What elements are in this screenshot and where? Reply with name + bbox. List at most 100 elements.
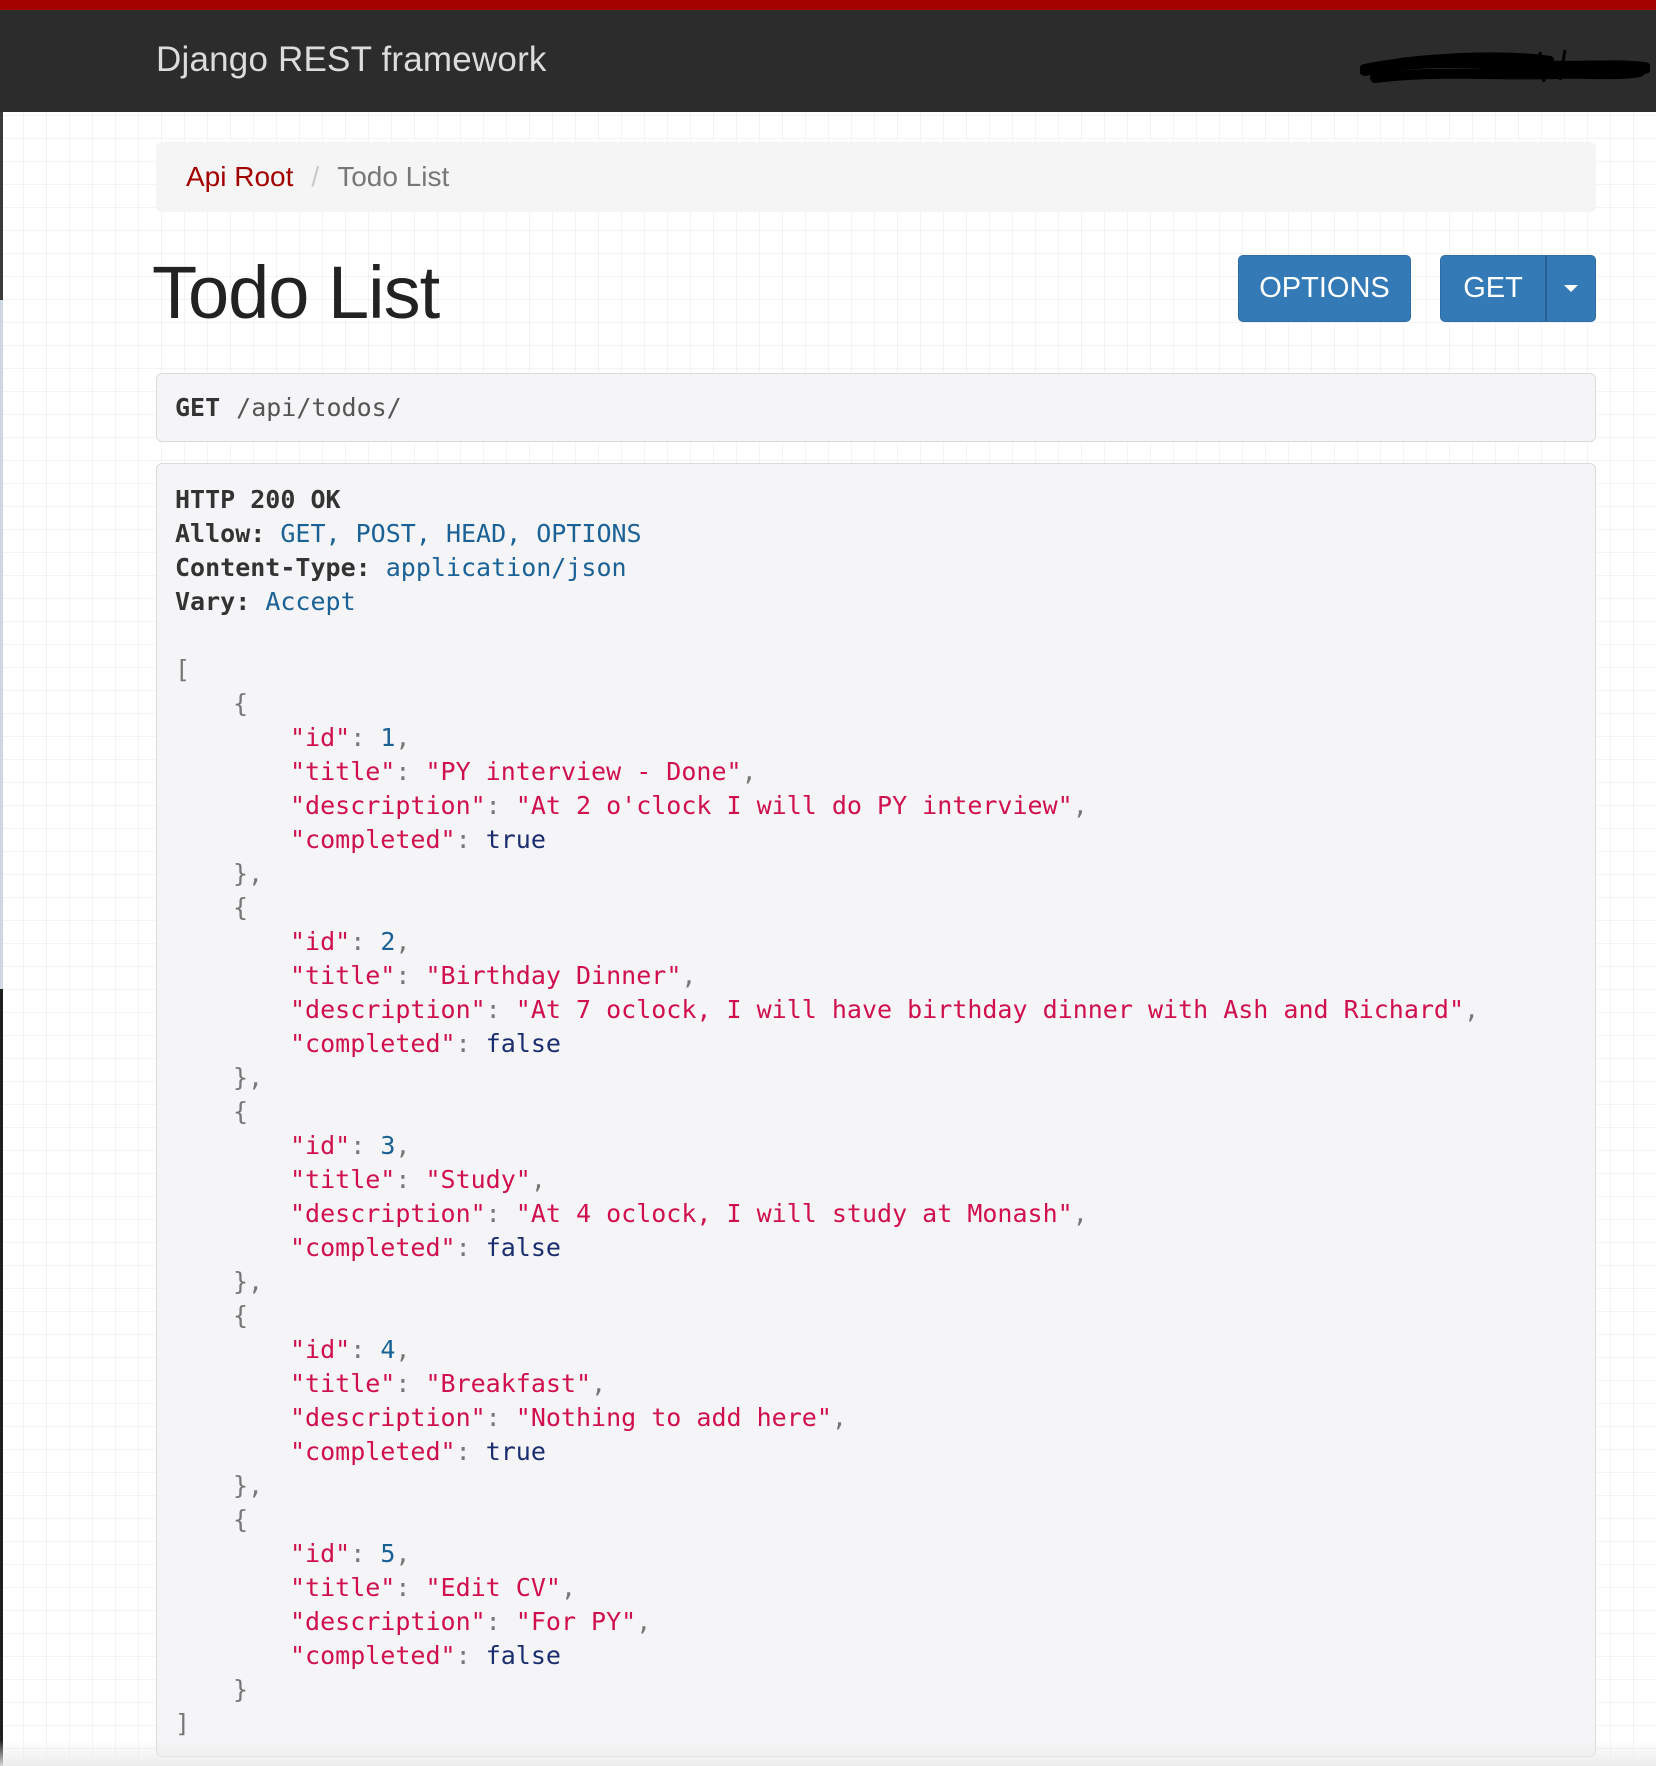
- json-object-open: {: [175, 1299, 1577, 1333]
- json-colon: :: [395, 961, 426, 990]
- json-array-close: ]: [175, 1707, 1577, 1741]
- header-name: Vary:: [175, 587, 251, 616]
- json-field-id: "id": 1,: [175, 721, 1577, 755]
- json-comma: ,: [681, 961, 697, 990]
- json-key: "id": [290, 927, 351, 956]
- json-comma: ,: [560, 1573, 577, 1602]
- json-object-close: },: [175, 1265, 1577, 1299]
- response-header-line: Vary: Accept: [175, 585, 1577, 619]
- json-value-id: 3: [380, 1131, 396, 1160]
- json-key: "completed": [290, 825, 456, 854]
- request-method: GET: [175, 393, 221, 422]
- json-value-completed: false: [485, 1029, 561, 1058]
- json-comma: ,: [591, 1369, 607, 1398]
- json-colon: :: [350, 927, 381, 956]
- response-status: HTTP 200 OK: [175, 485, 341, 514]
- request-path: /api/todos/: [236, 393, 402, 422]
- json-quote: ": [515, 1199, 531, 1228]
- brand-link[interactable]: Django REST framework: [156, 40, 547, 80]
- json-colon: :: [455, 1437, 486, 1466]
- json-quote: ": [666, 961, 682, 990]
- json-key: "description": [290, 791, 486, 820]
- json-value-completed: false: [485, 1233, 561, 1262]
- json-value-completed: true: [485, 1437, 546, 1466]
- json-brace: },: [233, 1267, 264, 1296]
- json-key: "id": [290, 1131, 351, 1160]
- json-value-title: PY interview - Done: [440, 757, 727, 786]
- json-value-id: 4: [380, 1335, 396, 1364]
- json-key: "title": [290, 961, 396, 990]
- json-field-title: "title": "Study",: [175, 1163, 1577, 1197]
- window-edge: [0, 0, 3, 1766]
- json-comma: ,: [395, 927, 411, 956]
- json-key: "title": [290, 1573, 396, 1602]
- json-field-title: "title": "Edit CV",: [175, 1571, 1577, 1605]
- json-key: "completed": [290, 1641, 456, 1670]
- json-quote: ": [425, 1369, 441, 1398]
- options-button[interactable]: OPTIONS: [1238, 255, 1411, 322]
- json-quote: ": [425, 757, 441, 786]
- json-field-completed: "completed": true: [175, 823, 1577, 857]
- json-brace: },: [233, 1063, 264, 1092]
- header-value: GET, POST, HEAD, OPTIONS: [280, 519, 642, 548]
- json-quote: ": [515, 1403, 531, 1432]
- json-brace: }: [233, 1675, 249, 1704]
- json-quote: ": [515, 995, 531, 1024]
- get-button[interactable]: GET: [1440, 255, 1546, 322]
- json-colon: :: [485, 1403, 516, 1432]
- json-field-completed: "completed": false: [175, 1639, 1577, 1673]
- json-value-description: At 4 oclock, I will study at Monash: [530, 1199, 1058, 1228]
- json-quote: ": [425, 961, 441, 990]
- json-field-title: "title": "PY interview - Done",: [175, 755, 1577, 789]
- json-value-description: Nothing to add here: [530, 1403, 817, 1432]
- json-value-title: Birthday Dinner: [440, 961, 667, 990]
- header-value: Accept: [265, 587, 356, 616]
- json-field-description: "description": "At 4 oclock, I will stud…: [175, 1197, 1577, 1231]
- response-header-line: Content-Type: application/json: [175, 551, 1577, 585]
- json-colon: :: [455, 825, 486, 854]
- json-colon: :: [485, 995, 516, 1024]
- header-value: application/json: [385, 553, 627, 582]
- json-value-title: Breakfast: [440, 1369, 576, 1398]
- json-comma: ,: [395, 1335, 411, 1364]
- json-quote: ": [1448, 995, 1465, 1024]
- json-brace: {: [233, 1505, 249, 1534]
- json-key: "description": [290, 1199, 486, 1228]
- response-status-line: HTTP 200 OK: [175, 483, 1577, 517]
- json-comma: ,: [1072, 1199, 1088, 1228]
- header-name: Content-Type:: [175, 553, 371, 582]
- get-button-group: GET: [1440, 255, 1596, 322]
- json-key: "id": [290, 1335, 351, 1364]
- json-key: "title": [290, 757, 396, 786]
- response-header-line: Allow: GET, POST, HEAD, OPTIONS: [175, 517, 1577, 551]
- json-brace: {: [233, 893, 249, 922]
- json-key: "id": [290, 723, 351, 752]
- json-field-title: "title": "Birthday Dinner",: [175, 959, 1577, 993]
- json-brace: },: [233, 859, 264, 888]
- json-field-description: "description": "At 2 o'clock I will do P…: [175, 789, 1577, 823]
- json-field-id: "id": 5,: [175, 1537, 1577, 1571]
- json-comma: ,: [395, 723, 411, 752]
- json-colon: :: [455, 1029, 486, 1058]
- redacted-user-menu[interactable]: [1360, 48, 1650, 96]
- json-quote: ": [1057, 791, 1073, 820]
- json-colon: :: [485, 1607, 516, 1636]
- json-brace: },: [233, 1471, 264, 1500]
- json-quote: ": [1057, 1199, 1073, 1228]
- json-field-title: "title": "Breakfast",: [175, 1367, 1577, 1401]
- json-field-id: "id": 4,: [175, 1333, 1577, 1367]
- get-format-dropdown-button[interactable]: [1546, 255, 1596, 322]
- json-comma: ,: [530, 1165, 546, 1194]
- breadcrumb-api-root[interactable]: Api Root: [186, 161, 293, 193]
- response-info: HTTP 200 OK Allow: GET, POST, HEAD, OPTIO…: [156, 463, 1596, 1757]
- json-key: "description": [290, 1607, 486, 1636]
- json-bracket: ]: [175, 1709, 191, 1738]
- json-value-completed: false: [485, 1641, 561, 1670]
- json-object-open: {: [175, 1503, 1577, 1537]
- page-title: Todo List: [152, 251, 440, 334]
- json-field-completed: "completed": false: [175, 1027, 1577, 1061]
- json-colon: :: [455, 1233, 486, 1262]
- json-brace: {: [233, 1097, 249, 1126]
- json-value-id: 5: [380, 1539, 396, 1568]
